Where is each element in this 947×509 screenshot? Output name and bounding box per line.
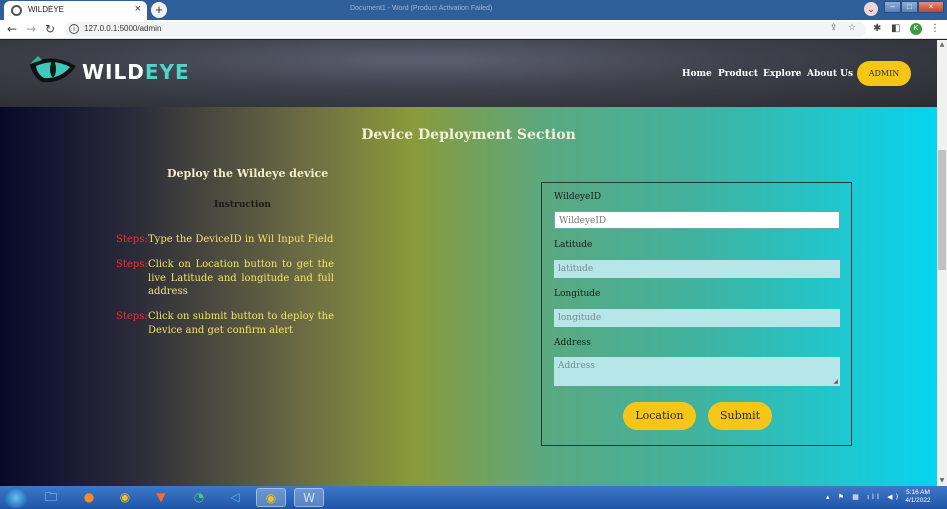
share-icon[interactable]: ⇪ <box>830 23 838 33</box>
chrome-icon[interactable]: ◉ <box>110 488 140 507</box>
instruction-title: Instruction <box>214 200 271 210</box>
step-text: Click on submit button to deploy the Dev… <box>148 311 334 336</box>
browser-tab[interactable]: WILDEYE × <box>4 1 147 20</box>
step-label: Steps: <box>116 234 148 245</box>
info-icon[interactable]: i <box>69 24 79 34</box>
address-label: Address <box>554 338 591 348</box>
address-placeholder: Address <box>558 361 595 371</box>
location-button[interactable]: Location <box>623 402 696 430</box>
nav-home[interactable]: Home <box>682 69 712 79</box>
profile-avatar[interactable]: K <box>910 23 922 35</box>
close-tab-icon[interactable]: × <box>135 3 141 15</box>
longitude-input[interactable]: longitude <box>554 309 840 327</box>
brave-icon[interactable]: ▼ <box>146 488 176 507</box>
latitude-input[interactable]: latitude <box>554 260 840 278</box>
step-text: Click on Location button to get the live… <box>148 259 334 297</box>
clock-time: 5:16 AM <box>906 489 930 496</box>
word-icon[interactable]: W <box>294 488 324 507</box>
deployment-section: Device Deployment Section Deploy the Wil… <box>0 107 937 486</box>
wildeye-logo-icon <box>30 56 76 83</box>
start-button[interactable] <box>4 487 28 508</box>
browser-tabstrip: WILDEYE × + Document1 - Word (Product Ac… <box>0 0 947 20</box>
tab-title: WILDEYE <box>28 5 65 14</box>
minimize-button[interactable]: – <box>884 1 901 13</box>
file-explorer-icon[interactable]: 🗀 <box>36 488 66 507</box>
nav-explore[interactable]: Explore <box>763 69 801 79</box>
step-label: Steps: <box>116 311 148 322</box>
web-page: WILDEYE Home Product Explore About Us AD… <box>0 40 937 486</box>
address-textarea[interactable]: Address ◢ <box>554 357 840 386</box>
nav-product[interactable]: Product <box>718 69 758 79</box>
deploy-title: Deploy the Wildeye device <box>167 167 329 180</box>
resize-grip-icon[interactable]: ◢ <box>833 378 838 385</box>
submit-button[interactable]: Submit <box>708 402 772 430</box>
close-window-button[interactable]: × <box>918 1 944 13</box>
bookmark-star-icon[interactable]: ☆ <box>848 23 856 33</box>
url-text[interactable]: 127.0.0.1:5000/admin <box>84 24 161 33</box>
vscode-icon[interactable]: ◁ <box>220 488 250 507</box>
site-logo-text[interactable]: WILDEYE <box>82 60 190 84</box>
step-text: Type the DeviceID in Wil Input Field <box>148 234 334 245</box>
globe-icon <box>11 5 22 16</box>
firefox-icon[interactable]: ● <box>74 488 104 507</box>
clock-date: 4/1/2022 <box>905 497 931 504</box>
nav-about-us[interactable]: About Us <box>807 69 853 79</box>
tab-search-icon[interactable]: ⌄ <box>864 2 878 16</box>
forward-button[interactable]: → <box>26 22 36 36</box>
section-title: Device Deployment Section <box>361 127 576 143</box>
whatsapp-icon[interactable]: ◔ <box>184 488 214 507</box>
window-title: Document1 - Word (Product Activation Fai… <box>350 5 493 12</box>
page-scrollbar[interactable]: ▲ ▼ <box>937 40 947 486</box>
instruction-step: Steps: Type the DeviceID in Wil Input Fi… <box>116 233 346 247</box>
extensions-icon[interactable]: ✱ <box>873 23 881 35</box>
new-tab-button[interactable]: + <box>151 2 167 18</box>
maximize-button[interactable]: □ <box>901 1 918 13</box>
step-label: Steps: <box>116 259 148 270</box>
wildeye-id-input[interactable]: WildeyeID <box>554 211 840 229</box>
browser-toolbar: ← → ↻ i 127.0.0.1:5000/admin ⇪ ☆ ✱ ◧ K ⋮ <box>0 20 947 39</box>
scroll-thumb[interactable] <box>938 150 946 270</box>
deploy-form: WildeyeID WildeyeID Latitude latitude Lo… <box>541 182 852 446</box>
admin-button[interactable]: ADMIN <box>857 61 911 86</box>
chrome-active-icon[interactable]: ◉ <box>256 488 286 507</box>
reload-button[interactable]: ↻ <box>45 22 55 36</box>
wildeye-id-label: WildeyeID <box>554 192 602 202</box>
site-header: WILDEYE Home Product Explore About Us AD… <box>0 40 937 107</box>
latitude-label: Latitude <box>554 240 593 250</box>
back-button[interactable]: ← <box>7 22 17 36</box>
window-controls: – □ × <box>884 1 944 13</box>
system-tray-icons[interactable]: ▴ ⚑ ▦ ıll ◀) <box>826 493 901 501</box>
instruction-step: Steps: Click on submit button to deploy … <box>116 310 346 337</box>
sidepanel-icon[interactable]: ◧ <box>891 23 900 35</box>
longitude-label: Longitude <box>554 289 601 299</box>
instruction-step: Steps: Click on Location button to get t… <box>116 258 346 299</box>
scroll-up-icon[interactable]: ▲ <box>937 40 947 50</box>
windows-taskbar: 🗀 ● ◉ ▼ ◔ ◁ ◉ W ▴ ⚑ ▦ ıll ◀) 5:16 AM 4/1… <box>0 486 947 509</box>
scroll-down-icon[interactable]: ▼ <box>937 476 947 486</box>
menu-dots-icon[interactable]: ⋮ <box>930 23 940 35</box>
taskbar-clock[interactable]: 5:16 AM 4/1/2022 <box>900 489 936 505</box>
address-bar[interactable]: i 127.0.0.1:5000/admin ⇪ ☆ <box>64 22 866 37</box>
